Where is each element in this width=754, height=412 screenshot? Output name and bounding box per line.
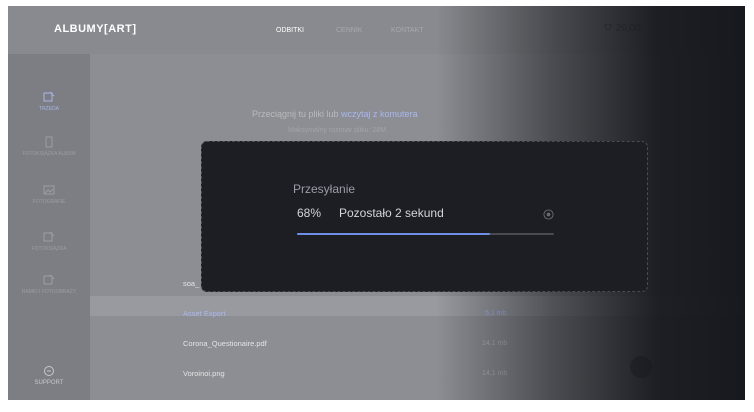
sidebar-item-label: FOTOKSIĄŻKA [31, 246, 67, 252]
nav-odbitki[interactable]: ODBITKI [276, 27, 304, 34]
sidebar-item-trzeda[interactable]: TRZEDA [8, 91, 90, 113]
cancel-upload-icon[interactable] [543, 209, 554, 220]
cart-icon [604, 24, 612, 30]
progress-percent: 68% [297, 206, 322, 220]
file-size: 14,1 mb [482, 340, 508, 347]
sidebar-item-fotoksiazka-album[interactable]: FOTOKSIĄŻKA ALBUM [8, 136, 90, 158]
sidebar-item-label: TRZEDA [39, 106, 59, 112]
nav-kontakt[interactable]: KONTAKT [391, 27, 424, 34]
file-size: 14,1 mb [482, 370, 508, 377]
file-name[interactable]: soa_ [183, 279, 199, 288]
sidebar-item-ramki[interactable]: RAMKI I FOTOOBRAZY [8, 274, 90, 296]
edit-box-icon [43, 91, 55, 102]
modal-title: Przesyłanie [293, 182, 356, 196]
top-bar: ALBUMY[ART] ODBITKI CENNIK KONTAKT 20,00 [8, 6, 745, 54]
file-name[interactable]: Voroinoi.png [183, 369, 225, 378]
cart-button[interactable]: 20,00 [604, 23, 641, 34]
cart-total: 20,00 [615, 23, 641, 34]
drop-zone-label: Przeciągnij tu pliki lub [252, 109, 342, 119]
photo-icon [43, 185, 55, 195]
chat-launcher[interactable] [630, 356, 652, 378]
sidebar: TRZEDA FOTOKSIĄŻKA ALBUM FOTOGRAFIE FOTO… [8, 54, 90, 400]
chat-bubble-icon [44, 366, 54, 376]
sidebar-item-label: FOTOKSIĄŻKA ALBUM [22, 151, 76, 157]
file-name[interactable]: Corona_Questionaire.pdf [183, 339, 267, 348]
sidebar-item-label: FOTOGRAFIE [32, 199, 66, 205]
progress-bar [297, 233, 554, 235]
sidebar-item-fotoksiazka[interactable]: FOTOKSIĄŻKA [8, 231, 90, 253]
logo[interactable]: ALBUMY[ART] [54, 23, 136, 35]
book-icon [45, 136, 53, 148]
sidebar-item-label: RAMKI I FOTOOBRAZY [21, 289, 77, 295]
file-name[interactable]: Asset Export [183, 309, 226, 318]
frame-icon [43, 274, 55, 285]
upload-modal: Przesyłanie 68% Pozostało 2 sekund [201, 141, 648, 292]
browse-link[interactable]: wczytaj z komutera [341, 109, 418, 119]
support-label: SUPPORT [34, 380, 64, 386]
nav-cennik[interactable]: CENNIK [336, 27, 362, 34]
max-size-text: Maksymalny rozmiar pliku: 28M [288, 127, 387, 134]
support-button[interactable]: SUPPORT [8, 365, 90, 387]
file-size: 5,1 mb [485, 310, 507, 317]
progress-fill [297, 233, 490, 235]
time-remaining: Pozostało 2 sekund [339, 206, 444, 220]
album-icon [43, 231, 55, 242]
drop-zone-text: Przeciągnij tu pliki lub wczytaj z komut… [252, 109, 418, 119]
sidebar-item-fotografie[interactable]: FOTOGRAFIE [8, 184, 90, 206]
